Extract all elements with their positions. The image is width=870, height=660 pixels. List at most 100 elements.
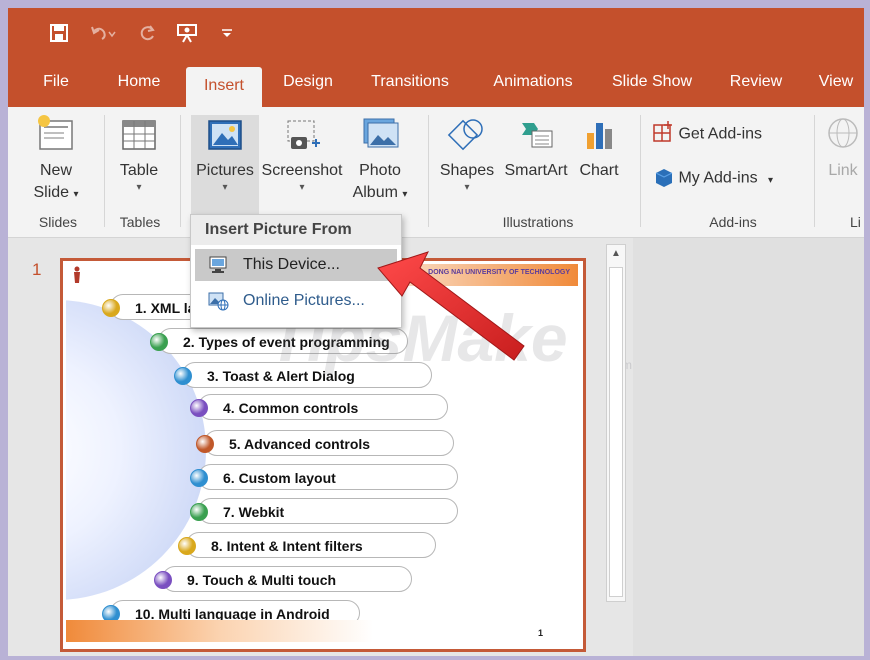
redo-icon[interactable] (136, 21, 158, 45)
scrollbar-thumb[interactable] (609, 267, 623, 597)
tab-design[interactable]: Design (272, 62, 344, 107)
separator (104, 115, 105, 227)
chart-icon (587, 123, 612, 149)
tab-view[interactable]: View (808, 62, 864, 107)
new-slide-label: New (39, 162, 72, 179)
new-slide-button[interactable]: New Slide ▾ (26, 113, 86, 206)
separator (180, 115, 181, 227)
tab-transitions[interactable]: Transitions (360, 62, 460, 107)
dropdown-caret-icon: ▾ (299, 182, 305, 193)
smartart-button[interactable]: SmartArt (498, 113, 574, 182)
slide-agenda-item-text: 9. Touch & Multi touch (187, 572, 337, 588)
dropdown-header: Insert Picture From (191, 215, 401, 245)
slide-agenda-item: 6. Custom layout (198, 464, 458, 490)
slide-agenda-item-text: 6. Custom layout (223, 470, 336, 486)
new-slide-label-slide: Slide (33, 184, 70, 201)
save-icon[interactable] (48, 21, 70, 45)
link-icon (828, 118, 858, 148)
pictures-icon (208, 120, 242, 150)
separator (814, 115, 815, 227)
smartart-icon (522, 123, 553, 148)
smartart-label: SmartArt (504, 162, 568, 179)
separator (428, 115, 429, 227)
shapes-button[interactable]: Shapes ▾ (436, 113, 498, 194)
slide-agenda-item-text: 8. Intent & Intent filters (211, 538, 363, 554)
online-pictures-menu-item[interactable]: Online Pictures... (195, 285, 397, 317)
tab-insert[interactable]: Insert (186, 67, 262, 107)
link-label: Link (828, 162, 858, 179)
photo-album-label-album: Album (352, 184, 398, 201)
get-addins-button[interactable]: Get Add-ins (652, 121, 782, 148)
customize-qat-icon[interactable] (218, 21, 236, 45)
present-from-start-icon[interactable] (174, 21, 200, 45)
tab-file[interactable]: File (32, 62, 80, 107)
powerpoint-window: File Home Insert Design Transitions Anim… (8, 8, 864, 656)
slide-agenda-item-text: 7. Webkit (223, 504, 285, 520)
shapes-label: Shapes (439, 162, 495, 179)
group-label-tables: Tables (119, 214, 161, 230)
screenshot-button[interactable]: Screenshot ▾ (260, 113, 344, 194)
dropdown-caret-icon: ▾ (464, 182, 470, 193)
dropdown-caret-icon: ▾ (222, 182, 228, 193)
new-slide-label-2: Slide ▾ (26, 182, 86, 206)
bullet-dot-icon (190, 503, 208, 521)
undo-icon[interactable] (88, 21, 118, 45)
new-slide-icon (38, 115, 73, 150)
group-label-links: Li (850, 214, 861, 230)
shapes-icon (447, 119, 483, 151)
slide-agenda-item-text: 5. Advanced controls (229, 436, 371, 452)
tab-review[interactable]: Review (720, 62, 792, 107)
separator (640, 115, 641, 227)
ribbon-tabs: File Home Insert Design Transitions Anim… (8, 62, 864, 107)
slide-footer-bar (66, 620, 578, 642)
table-icon (122, 120, 156, 150)
group-label-illustrations: Illustrations (502, 214, 574, 230)
photo-album-button[interactable]: Photo Album ▾ (348, 113, 412, 206)
dropdown-caret-icon: ▾ (136, 182, 142, 193)
slide-agenda-item-text: 4. Common controls (223, 400, 359, 416)
chart-label: Chart (579, 162, 619, 179)
photo-album-label-2: Album ▾ (348, 182, 412, 206)
slide-agenda-item: 7. Webkit (198, 498, 458, 524)
tab-home[interactable]: Home (106, 62, 172, 107)
bullet-dot-icon (178, 537, 196, 555)
vertical-scrollbar[interactable]: ▲ (606, 244, 626, 602)
red-arrow-annotation (377, 251, 525, 361)
bullet-dot-icon (190, 399, 208, 417)
bullet-dot-icon (196, 435, 214, 453)
photo-album-icon (363, 118, 399, 148)
quick-access-toolbar (8, 8, 864, 62)
slide-number: 1 (32, 260, 42, 279)
group-label-addins: Add-ins (709, 214, 757, 230)
photo-album-label: Photo (359, 162, 401, 179)
logo-icon (72, 266, 82, 289)
bullet-dot-icon (174, 367, 192, 385)
dropdown-caret-icon: ▾ (73, 189, 79, 200)
slide-agenda-item: 9. Touch & Multi touch (162, 566, 412, 592)
online-pictures-label: Online Pictures... (243, 292, 365, 309)
link-button[interactable]: Link (822, 113, 864, 182)
chart-button[interactable]: Chart (574, 113, 624, 182)
online-pictures-icon (207, 291, 229, 323)
screenshot-label: Screenshot (261, 162, 343, 179)
table-button[interactable]: Table ▾ (112, 113, 166, 194)
table-label: Table (119, 162, 159, 179)
tab-slide-show[interactable]: Slide Show (604, 62, 700, 107)
insert-picture-dropdown: Insert Picture From This Device... Onlin… (190, 214, 402, 328)
slide-editor-area (633, 238, 864, 656)
my-addins-button[interactable]: My Add-ins ▾ (652, 165, 802, 192)
pictures-label: Pictures (196, 162, 254, 179)
this-device-menu-item[interactable]: This Device... (195, 249, 397, 281)
bullet-dot-icon (150, 333, 168, 351)
store-icon (652, 121, 674, 148)
ribbon-insert: New Slide ▾ Table ▾ Pictures ▾ Screensho… (8, 107, 864, 238)
computer-icon (207, 255, 229, 287)
tab-animations[interactable]: Animations (478, 62, 588, 107)
pictures-button[interactable]: Pictures ▾ (191, 113, 259, 194)
group-label-slides: Slides (38, 214, 78, 230)
bullet-dot-icon (154, 571, 172, 589)
dropdown-caret-icon: ▾ (768, 174, 774, 186)
scroll-up-icon[interactable]: ▲ (607, 245, 625, 263)
bullet-dot-icon (102, 299, 120, 317)
slide-agenda-item: 5. Advanced controls (204, 430, 454, 456)
